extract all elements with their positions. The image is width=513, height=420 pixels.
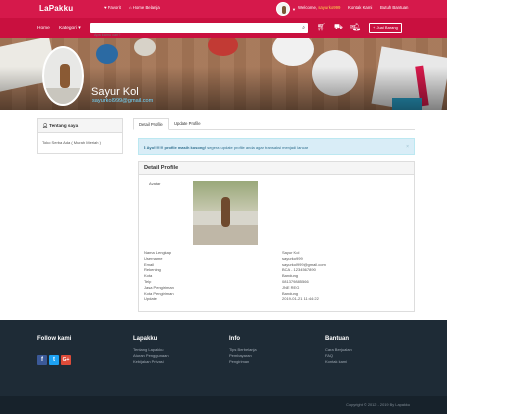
copyright-bar: Copyright © 2012 - 2019 By Lapakku — [0, 396, 447, 414]
profile-email: sayurkol999@gmail.com — [92, 98, 154, 104]
user-icon: 👤︎ — [42, 123, 48, 128]
field-label: Nama Lengkap — [144, 250, 172, 255]
butuh-bantuan-link[interactable]: Butuh Bantuan — [380, 5, 408, 10]
logo[interactable]: LaPakku — [39, 4, 73, 13]
user-avatar[interactable] — [276, 2, 290, 16]
field-label: Jasa Pengiriman — [144, 284, 174, 290]
welcome-prefix: Welcome, — [298, 5, 318, 10]
alert-text: segera update profile anda agar transaks… — [207, 145, 309, 150]
search-box: ⌕ — [90, 23, 308, 40]
top-bar: LaPakku ♥ Favorit ⌂ Home Belanja ▼ Welco… — [0, 0, 447, 18]
home-belanja-link[interactable]: ⌂ Home Belanja — [129, 5, 160, 10]
follow-title: Follow kami — [37, 336, 72, 342]
tab-update-profile[interactable]: Update Profile — [169, 118, 206, 130]
close-icon[interactable]: × — [406, 144, 409, 150]
truck-icon[interactable]: ⛟ — [334, 24, 343, 32]
field-label: Update — [144, 296, 157, 302]
avatar-label: Avatar — [149, 181, 161, 186]
facebook-icon[interactable]: f — [37, 355, 47, 365]
about-title: Tentang saya — [49, 123, 79, 128]
chevron-down-icon[interactable]: ▼ — [292, 7, 296, 12]
field-values: Sayur Kol sayurko999 sayurkol999@gmail.c… — [282, 250, 326, 302]
tab-detail-profile[interactable]: Detail Profile — [133, 118, 169, 130]
detail-header: Detail Profile — [139, 162, 414, 175]
kontak-kami-link[interactable]: Kontak Kami — [348, 5, 372, 10]
welcome-text[interactable]: Welcome, sayurko999 — [298, 5, 340, 10]
field-value: 2019-01-21 11:44:22 — [282, 296, 319, 302]
footer-col-bantuan: Bantuan Cara Berjualan FAQ Kontak kami — [325, 336, 352, 365]
footer-col-title: Bantuan — [325, 336, 349, 342]
twitter-icon[interactable]: t — [49, 355, 59, 365]
footer-col-title: Info — [229, 336, 240, 342]
bell-icon[interactable]: 🔔︎ — [352, 24, 361, 32]
nav-home[interactable]: Home — [37, 26, 50, 31]
profile-tabs: Detail Profile Update Profile — [133, 118, 415, 130]
alert-title: Ayo!!!!!!! profile masih kosong! — [146, 145, 207, 150]
profile-name: Sayur Kol — [91, 86, 139, 98]
nav-kategori-dropdown[interactable]: Kategori ▾ — [59, 26, 81, 31]
jual-barang-button[interactable]: + Jual Barang — [369, 23, 402, 33]
welcome-username: sayurko999 — [318, 5, 341, 10]
google-plus-icon[interactable]: G+ — [61, 355, 71, 365]
detail-profile-panel: Detail Profile Avatar Nama Lengkap Usern… — [138, 161, 415, 312]
footer-col-lapakku: Lapakku Tentang Lapakku Aturan Penggunaa… — [133, 336, 169, 365]
about-header: 👤︎ Tentang saya — [38, 119, 122, 133]
about-panel: 👤︎ Tentang saya Toko Serba Ada ( Murah M… — [37, 118, 123, 154]
copyright-text: Copyright © 2012 - 2019 By Lapakku — [346, 402, 410, 407]
footer-follow: Follow kami — [37, 336, 71, 347]
footer-col-info: Info Tips Berbelanja Pembayaran Pengirim… — [229, 336, 257, 365]
field-labels: Nama Lengkap Username Email Rekening Kot… — [144, 250, 174, 302]
footer-link[interactable]: Pengiriman — [229, 359, 257, 365]
favorit-link[interactable]: ♥ Favorit — [104, 5, 121, 10]
profile-alert: ℹ Ayo!!!!!!! profile masih kosong! seger… — [138, 138, 415, 155]
search-icon[interactable]: ⌕ — [302, 25, 305, 31]
footer-link[interactable]: Kontak kami — [325, 359, 352, 365]
nav-bar: Home Kategori ▾ ⌕ 🛒︎ ⛟ ✉ 🔔︎ + Jual Baran… — [0, 18, 447, 40]
avatar-image — [193, 181, 258, 245]
profile-photo[interactable] — [42, 46, 84, 106]
about-body: Toko Serba Ada ( Murah Meriah ) — [42, 140, 101, 145]
info-icon: ℹ — [144, 145, 146, 150]
footer-link[interactable]: Kebijakan Privasi — [133, 359, 169, 365]
footer-col-title: Lapakku — [133, 336, 158, 342]
cart-icon[interactable]: 🛒︎ — [317, 24, 326, 32]
